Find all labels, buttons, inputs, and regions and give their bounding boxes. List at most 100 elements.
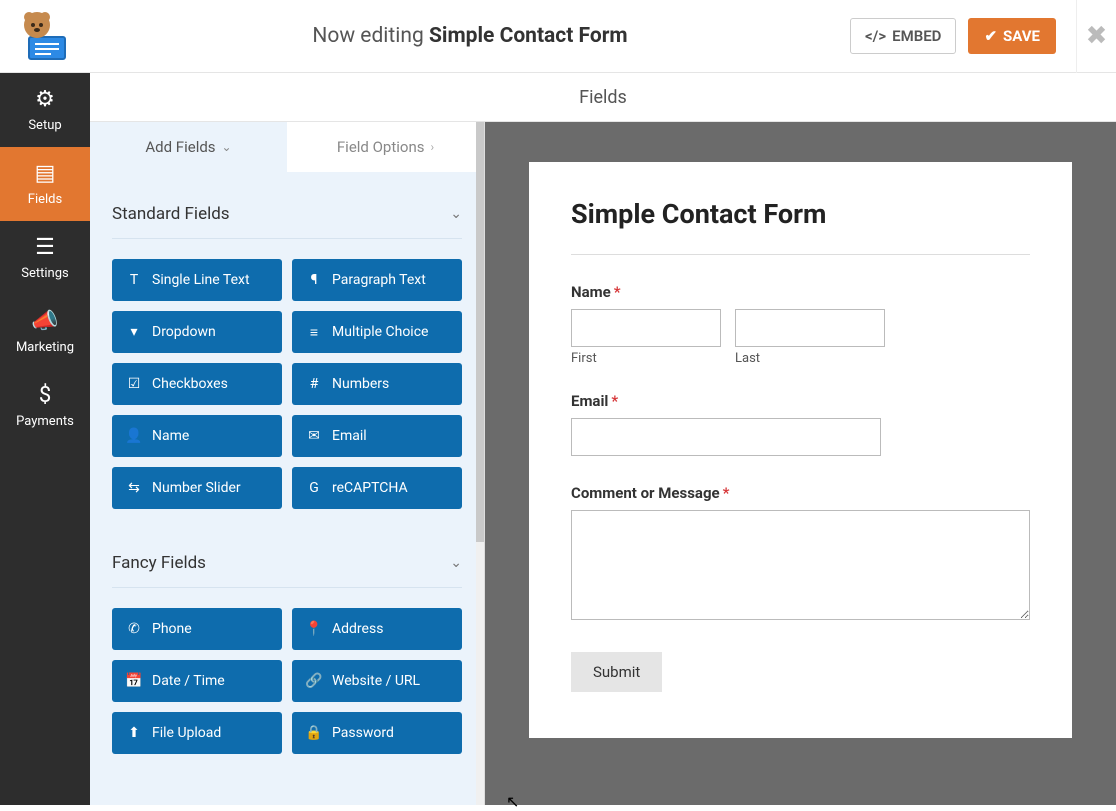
dropdown-icon: ▾ <box>126 324 142 340</box>
field-label: Checkboxes <box>152 376 228 392</box>
field-label: Phone <box>152 621 192 637</box>
field-file-upload[interactable]: ⬆File Upload <box>112 712 282 754</box>
close-button[interactable]: ✖ <box>1076 0 1116 73</box>
field-label: Website / URL <box>332 673 420 689</box>
field-date-time[interactable]: 📅 Date / Time <box>112 660 282 702</box>
field-number-slider[interactable]: ⇆Number Slider <box>112 467 282 509</box>
field-phone[interactable]: ✆ Phone <box>112 608 282 650</box>
field-checkboxes[interactable]: ☑Checkboxes <box>112 363 282 405</box>
form-name: Simple Contact Form <box>429 24 628 48</box>
nav-marketing[interactable]: 📣 Marketing <box>0 295 90 369</box>
standard-field-grid: TSingle Line Text ¶Paragraph Text ▾ Dropd… <box>112 259 462 509</box>
form-card[interactable]: Simple Contact Form Name* First Last Ema… <box>529 162 1072 738</box>
required-star-icon: * <box>611 392 618 410</box>
field-label: Multiple Choice <box>332 324 428 340</box>
calendar-icon: 📅 <box>126 673 142 689</box>
first-sublabel: First <box>571 351 721 366</box>
fields-panel: Add Fields ⌄ Field Options › Standard Fi… <box>90 122 485 805</box>
nav-settings[interactable]: ☰ Settings <box>0 221 90 295</box>
save-button[interactable]: ✔ SAVE <box>968 18 1056 54</box>
field-label: Date / Time <box>152 673 225 689</box>
field-label: Dropdown <box>152 324 216 340</box>
divider <box>571 254 1030 255</box>
tab-field-options[interactable]: Field Options › <box>287 122 484 172</box>
comment-label: Comment or Message* <box>571 484 1030 502</box>
submit-label: Submit <box>593 663 640 681</box>
label-text: Comment or Message <box>571 484 720 502</box>
last-name-input[interactable] <box>735 309 885 347</box>
nav-label: Fields <box>28 192 62 207</box>
section-title: Fancy Fields <box>112 553 206 573</box>
app-logo <box>0 0 90 73</box>
check-icon: ✔ <box>984 27 997 45</box>
subhead-label: Fields <box>579 87 627 108</box>
embed-button[interactable]: </> EMBED <box>850 18 956 54</box>
form-title: Simple Contact Form <box>571 198 1030 230</box>
field-label: Password <box>332 725 394 741</box>
field-single-line-text[interactable]: TSingle Line Text <box>112 259 282 301</box>
field-name[interactable]: 👤Name <box>112 415 282 457</box>
field-numbers[interactable]: # Numbers <box>292 363 462 405</box>
nav-payments[interactable]: $ Payments <box>0 369 90 443</box>
required-star-icon: * <box>723 484 730 502</box>
field-recaptcha[interactable]: GreCAPTCHA <box>292 467 462 509</box>
gear-icon: ⚙ <box>35 87 55 112</box>
label-text: Email <box>571 392 608 410</box>
comment-textarea[interactable] <box>571 510 1030 620</box>
tab-add-fields[interactable]: Add Fields ⌄ <box>90 122 287 172</box>
field-label: Numbers <box>332 376 389 392</box>
field-label: File Upload <box>152 725 221 741</box>
name-row: First Last <box>571 309 1030 366</box>
code-icon: </> <box>865 27 886 45</box>
field-paragraph-text[interactable]: ¶Paragraph Text <box>292 259 462 301</box>
nav-label: Setup <box>28 118 61 133</box>
fancy-field-grid: ✆ Phone 📍Address 📅 Date / Time 🔗 Website / … <box>112 608 462 754</box>
recaptcha-icon: G <box>306 480 322 496</box>
nav-label: Settings <box>21 266 68 281</box>
scrollbar-thumb[interactable] <box>476 122 484 542</box>
section-title: Standard Fields <box>112 204 230 224</box>
email-label: Email* <box>571 392 1030 410</box>
hash-icon: # <box>306 376 322 392</box>
link-icon: 🔗 <box>306 673 322 689</box>
phone-icon: ✆ <box>126 621 142 637</box>
left-nav: ⚙ Setup ▤ Fields ☰ Settings 📣 Marketing … <box>0 73 90 805</box>
lock-icon: 🔒 <box>306 725 322 741</box>
required-star-icon: * <box>614 283 621 301</box>
email-input[interactable] <box>571 418 881 456</box>
sub-header: Fields <box>90 73 1116 122</box>
person-icon: 👤 <box>126 428 142 444</box>
topbar-actions: </> EMBED ✔ SAVE <box>850 18 1076 54</box>
field-email[interactable]: ✉Email <box>292 415 462 457</box>
section-fancy-fields[interactable]: Fancy Fields ⌄ <box>112 539 462 588</box>
submit-button[interactable]: Submit <box>571 652 662 692</box>
label-text: Name <box>571 283 611 301</box>
nav-setup[interactable]: ⚙ Setup <box>0 73 90 147</box>
field-dropdown[interactable]: ▾ Dropdown <box>112 311 282 353</box>
field-label: Paragraph Text <box>332 272 426 288</box>
field-multiple-choice[interactable]: ≡Multiple Choice <box>292 311 462 353</box>
page-title: Now editing Simple Contact Form <box>90 24 850 48</box>
field-website-url[interactable]: 🔗 Website / URL <box>292 660 462 702</box>
last-sublabel: Last <box>735 351 885 366</box>
save-label: SAVE <box>1003 27 1040 45</box>
form-preview-area: Simple Contact Form Name* First Last Ema… <box>485 122 1116 805</box>
first-name-input[interactable] <box>571 309 721 347</box>
field-label: Address <box>332 621 383 637</box>
dollar-icon: $ <box>39 383 51 408</box>
nav-fields[interactable]: ▤ Fields <box>0 147 90 221</box>
field-address[interactable]: 📍Address <box>292 608 462 650</box>
embed-label: EMBED <box>892 27 941 45</box>
name-label: Name* <box>571 283 1030 301</box>
panel-body: Standard Fields ⌄ TSingle Line Text ¶Par… <box>90 172 484 805</box>
field-label: Number Slider <box>152 480 241 496</box>
last-name-column: Last <box>735 309 885 366</box>
section-standard-fields[interactable]: Standard Fields ⌄ <box>112 190 462 239</box>
tab-label: Add Fields <box>145 138 215 156</box>
field-password[interactable]: 🔒 Password <box>292 712 462 754</box>
bullhorn-icon: 📣 <box>31 309 58 334</box>
text-icon: T <box>126 272 142 288</box>
form-icon: ▤ <box>35 161 56 186</box>
main-area: Add Fields ⌄ Field Options › Standard Fi… <box>90 122 1116 805</box>
chevron-right-icon: › <box>431 140 435 154</box>
